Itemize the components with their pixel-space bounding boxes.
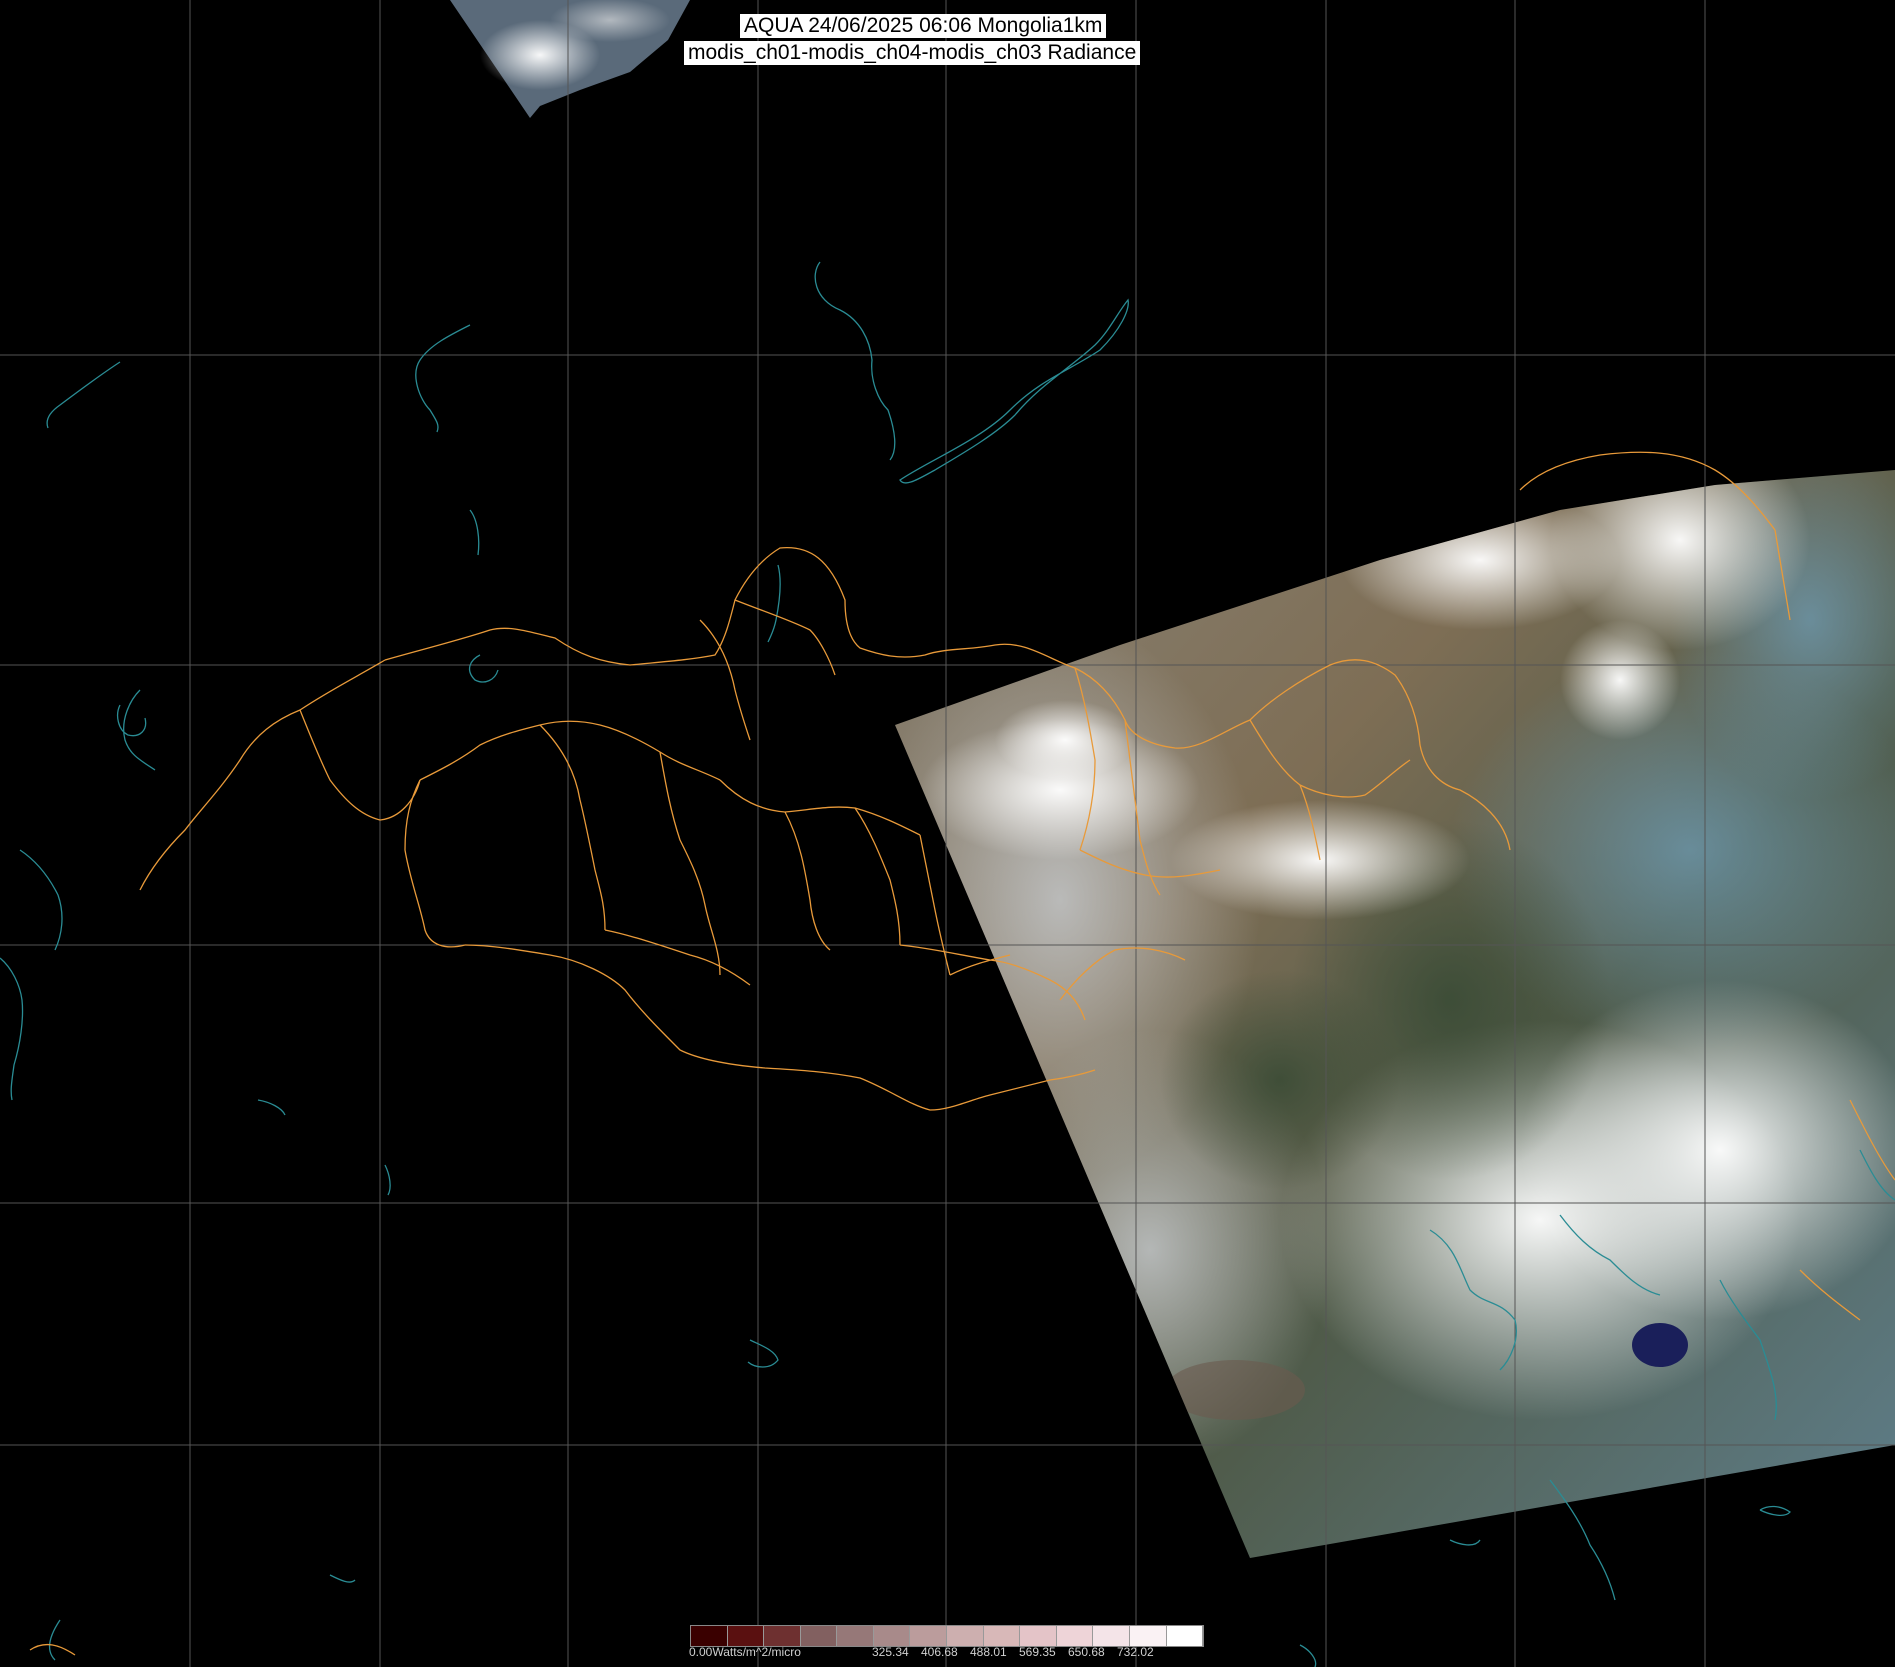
colorbar-tick: 732.02 [1117, 1645, 1154, 1659]
colorbar-tick: 325.34 [872, 1645, 909, 1659]
colorbar-swatch [947, 1626, 984, 1646]
colorbar-swatch [800, 1626, 838, 1646]
imagery-swath [895, 470, 1895, 1558]
title-line-1: AQUA 24/06/2025 06:06 Mongolia1km [740, 14, 1107, 38]
colorbar-swatch [691, 1626, 728, 1646]
colorbar-swatch [1129, 1626, 1167, 1646]
colorbar-tick: 569.35 [1019, 1645, 1056, 1659]
colorbar-strip [690, 1625, 1204, 1647]
colorbar-swatch [1166, 1626, 1204, 1646]
colorbar-swatch [837, 1626, 874, 1646]
title-line-2: modis_ch01-modis_ch04-modis_ch03 Radianc… [684, 41, 1141, 65]
colorbar-tick: 488.01 [970, 1645, 1007, 1659]
colorbar-swatch [1020, 1626, 1057, 1646]
colorbar-tick: 406.68 [921, 1645, 958, 1659]
colorbar-unit-label: 0.00Watts/m^2/micro [689, 1645, 801, 1659]
colorbar-swatch [910, 1626, 948, 1646]
colorbar-swatch [764, 1626, 801, 1646]
colorbar-tick: 650.68 [1068, 1645, 1105, 1659]
colorbar-swatch [873, 1626, 911, 1646]
colorbar-swatch [1093, 1626, 1130, 1646]
colorbar-swatch [727, 1626, 765, 1646]
partial-swath-top [450, 0, 690, 118]
colorbar-swatch [983, 1626, 1021, 1646]
colorbar-swatch [1056, 1626, 1094, 1646]
satellite-map [0, 0, 1895, 1667]
